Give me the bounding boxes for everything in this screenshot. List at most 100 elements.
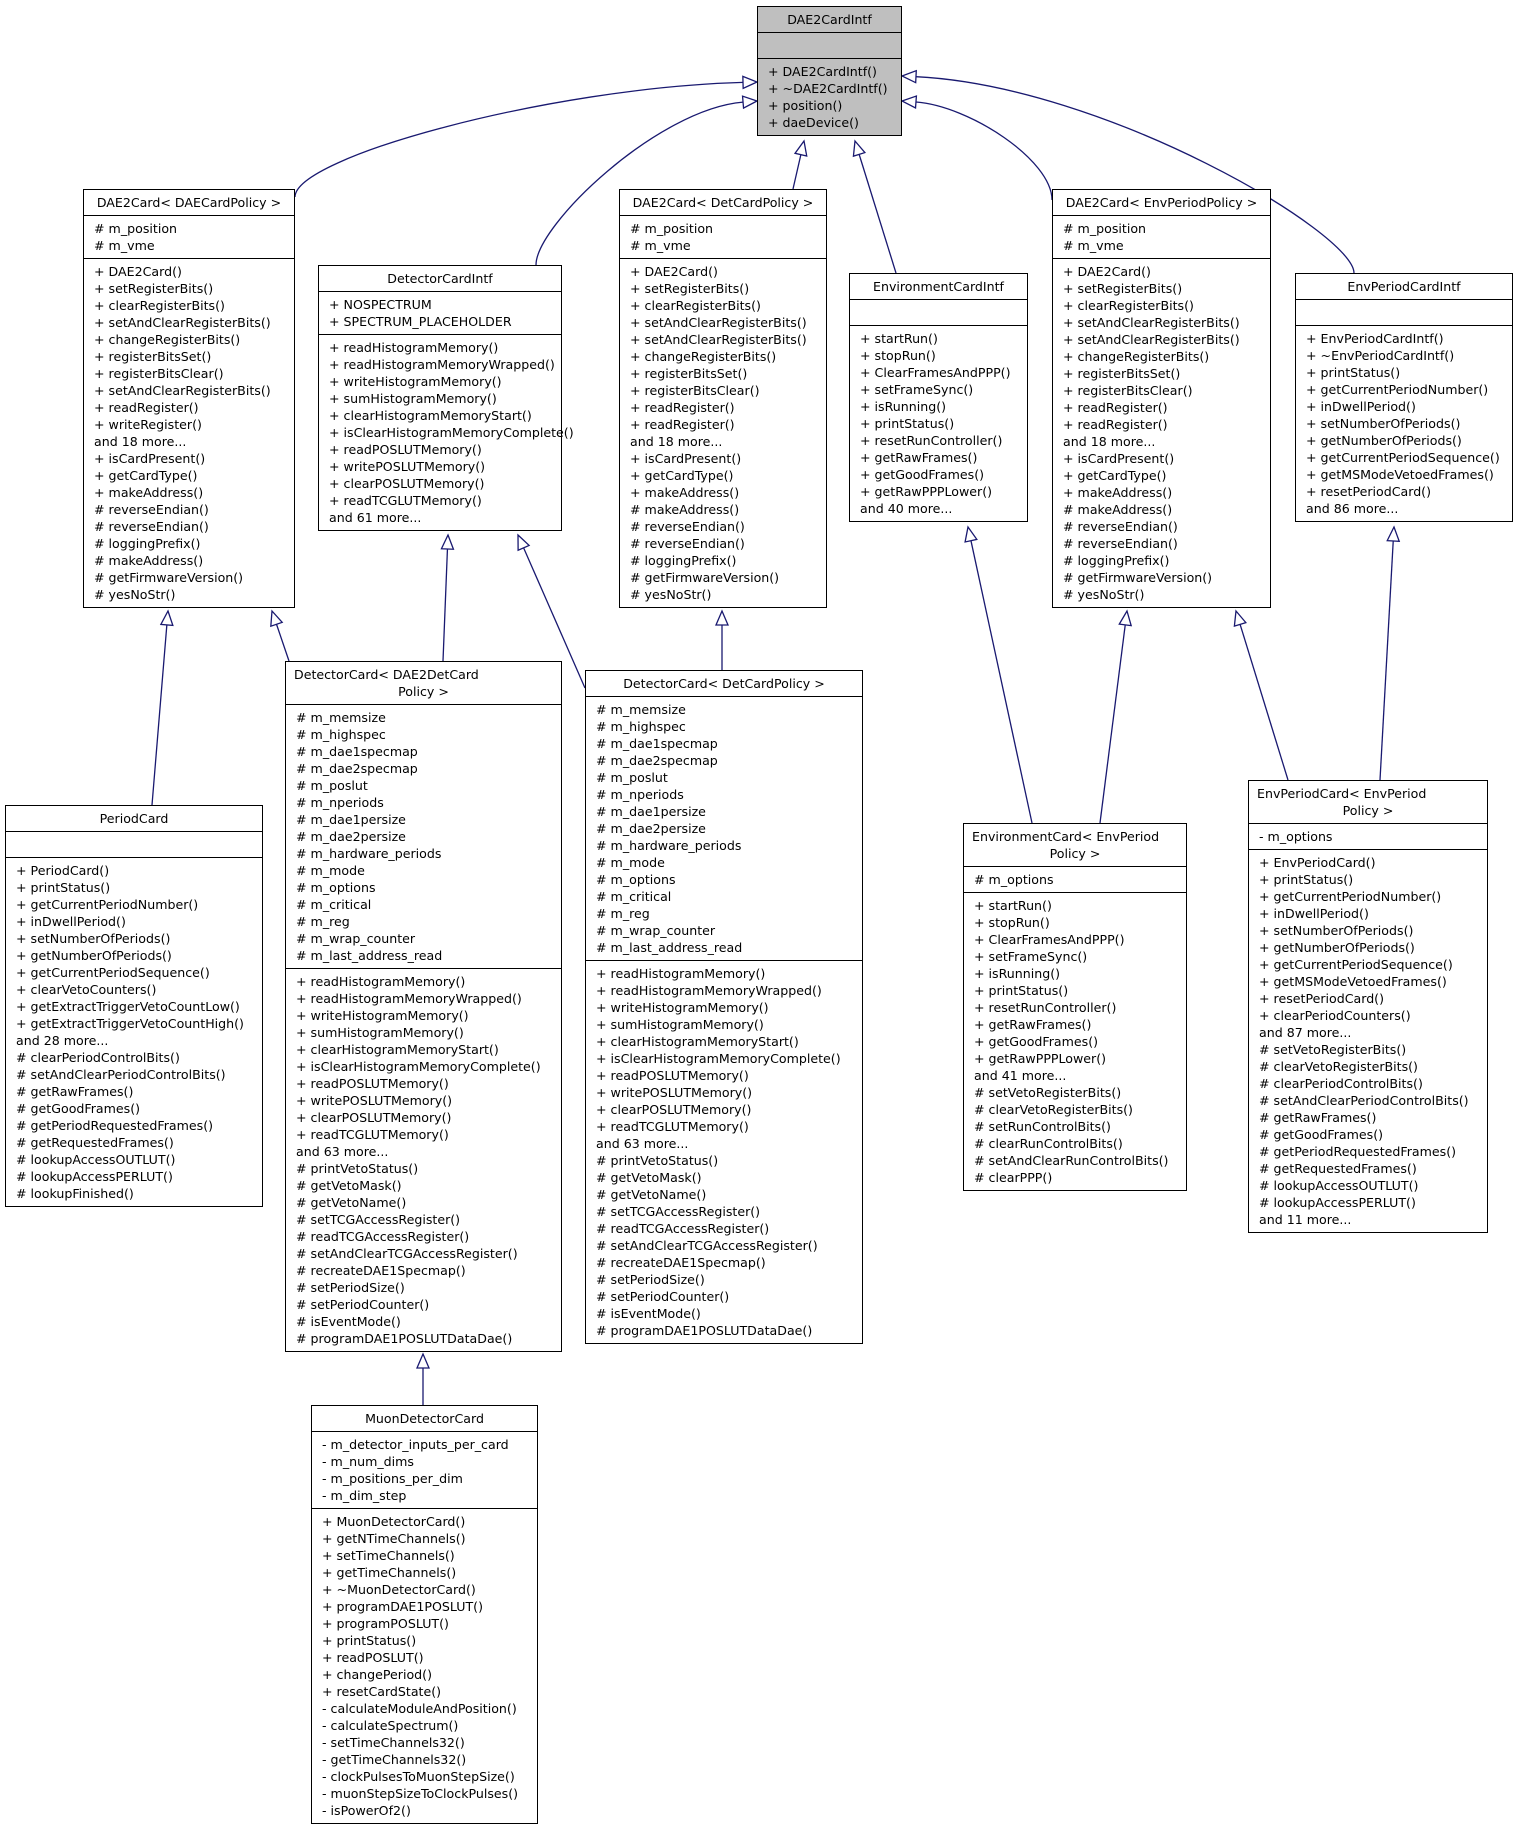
operation: + getRawPPPLower(): [860, 484, 993, 499]
operation: + getMSModeVetoedFrames(): [1306, 467, 1494, 482]
attributes-section: [758, 33, 901, 59]
attribute: # m_vme: [1063, 238, 1124, 253]
operation: # setRunControlBits(): [974, 1119, 1111, 1134]
class-name-line: Policy >: [1342, 803, 1394, 818]
class-dae2cardintf[interactable]: DAE2CardIntf + DAE2CardIntf() + ~DAE2CardI…: [757, 6, 902, 136]
class-name: DetectorCard< DAE2DetCard Policy >: [286, 662, 561, 705]
class-name: EnvPeriodCard< EnvPeriod Policy >: [1249, 781, 1487, 824]
operation: + getGoodFrames(): [860, 467, 985, 482]
operations-section: + readHistogramMemory() + readHistogramMe…: [319, 335, 574, 530]
operations-section: + EnvPeriodCard() + printStatus() + getCur…: [1249, 850, 1487, 1232]
inheritance-arrowhead-icon: [964, 525, 978, 543]
class-name: DetectorCard< DetCardPolicy >: [586, 671, 862, 697]
operation: + clearHistogramMemoryStart(): [296, 1042, 499, 1057]
more-members-link[interactable]: and 86 more...: [1306, 500, 1502, 517]
operation: + getExtractTriggerVetoCountHigh(): [16, 1016, 244, 1031]
operation: # clearRunControlBits(): [974, 1136, 1123, 1151]
class-environmentcardintf[interactable]: EnvironmentCardIntf + startRun() + stopRun…: [849, 273, 1028, 522]
inheritance-edge: [970, 540, 1033, 824]
more-members-link[interactable]: and 63 more...: [596, 1135, 852, 1152]
attribute: # m_poslut: [296, 778, 368, 793]
inheritance-arrowhead-icon: [900, 95, 918, 110]
class-dae2card-envperiodpolicy[interactable]: DAE2Card< EnvPeriodPolicy > # m_position #…: [1052, 189, 1271, 608]
operation: + getRawPPPLower(): [974, 1051, 1107, 1066]
class-environmentcard-envperiodpolicy[interactable]: EnvironmentCard< EnvPeriod Policy > # m_op…: [963, 823, 1187, 1191]
operation: + printStatus(): [1259, 872, 1354, 887]
operation: # recreateDAE1Specmap(): [296, 1263, 466, 1278]
inheritance-arrowhead-icon: [852, 139, 867, 158]
operation: # setPeriodCounter(): [296, 1297, 430, 1312]
class-muondetectorcard[interactable]: MuonDetectorCard - m_detector_inputs_per_…: [311, 1405, 538, 1824]
operation: # getPeriodRequestedFrames(): [16, 1118, 214, 1133]
inheritance-edge: [858, 154, 897, 274]
class-name-line: DAE2Card< EnvPeriodPolicy >: [1065, 195, 1258, 210]
operations-section: + startRun() + stopRun() + ClearFramesAndP…: [964, 893, 1186, 1190]
operation: + registerBitsSet(): [94, 349, 212, 364]
operation: # programDAE1POSLUTDataDae(): [596, 1323, 813, 1338]
operations-section: + startRun() + stopRun() + ClearFramesAndP…: [850, 326, 1027, 521]
operation: + changeRegisterBits(): [94, 332, 241, 347]
operation: # setVetoRegisterBits(): [1259, 1042, 1407, 1057]
attribute: # m_wrap_counter: [296, 931, 416, 946]
more-members-link[interactable]: and 18 more...: [94, 433, 284, 450]
inheritance-edge: [275, 624, 290, 662]
attribute: # m_last_address_read: [296, 948, 443, 963]
attribute: # m_memsize: [296, 710, 386, 725]
operation: # loggingPrefix(): [630, 553, 737, 568]
operation: + clearHistogramMemoryStart(): [329, 408, 532, 423]
operation: + printStatus(): [974, 983, 1069, 998]
operations-section: + MuonDetectorCard() + getNTimeChannels()…: [312, 1509, 537, 1823]
operation: + resetPeriodCard(): [1259, 991, 1385, 1006]
more-members-link[interactable]: and 18 more...: [1063, 433, 1260, 450]
class-name-line: EnvPeriodCardIntf: [1347, 279, 1461, 294]
operation: # recreateDAE1Specmap(): [596, 1255, 766, 1270]
inheritance-arrowhead-icon: [440, 533, 455, 550]
operation: + MuonDetectorCard(): [322, 1514, 466, 1529]
operation: + changePeriod(): [322, 1667, 432, 1682]
operation: + registerBitsClear(): [94, 366, 224, 381]
operation: + isClearHistogramMemoryComplete(): [596, 1051, 841, 1066]
more-members-link[interactable]: and 63 more...: [296, 1143, 551, 1160]
attributes-section: [850, 300, 1027, 326]
more-members-link[interactable]: and 11 more...: [1259, 1211, 1477, 1228]
operation: + printStatus(): [16, 880, 111, 895]
operation: + writeHistogramMemory(): [329, 374, 502, 389]
class-envperiodcard-envperiodpolicy[interactable]: EnvPeriodCard< EnvPeriod Policy > - m_opti…: [1248, 780, 1488, 1233]
attribute: # m_reg: [296, 914, 350, 929]
attributes-section: # m_options: [964, 867, 1186, 893]
class-detectorcardintf[interactable]: DetectorCardIntf + NOSPECTRUM + SPECTRUM_P…: [318, 265, 574, 531]
operation: + getNTimeChannels(): [322, 1531, 466, 1546]
operation: + ClearFramesAndPPP(): [974, 932, 1125, 947]
operation: # reverseEndian(): [1063, 519, 1178, 534]
more-members-link[interactable]: and 28 more...: [16, 1032, 252, 1049]
inheritance-arrowhead-icon: [416, 1352, 430, 1369]
operation: + startRun(): [974, 898, 1052, 913]
class-periodcard[interactable]: PeriodCard + PeriodCard() + printStatus() +…: [5, 805, 263, 1207]
class-detectorcard-dae2detcardpolicy[interactable]: DetectorCard< DAE2DetCard Policy > # m_mem…: [285, 661, 562, 1352]
more-members-link[interactable]: and 40 more...: [860, 500, 1017, 517]
operation: # yesNoStr(): [1063, 587, 1145, 602]
more-members-link[interactable]: and 41 more...: [974, 1067, 1176, 1084]
operation: + changeRegisterBits(): [1063, 349, 1210, 364]
class-dae2card-detcardpolicy[interactable]: DAE2Card< DetCardPolicy > # m_position # m…: [619, 189, 827, 608]
class-detectorcard-detcardpolicy[interactable]: DetectorCard< DetCardPolicy > # m_memsize…: [585, 670, 863, 1344]
inheritance-edge: [442, 548, 449, 662]
more-members-link[interactable]: and 18 more...: [630, 433, 816, 450]
operation: + readPOSLUTMemory(): [296, 1076, 449, 1091]
more-members-link[interactable]: and 87 more...: [1259, 1024, 1477, 1041]
operation: + readPOSLUTMemory(): [329, 442, 482, 457]
inheritance-arrowhead-icon: [1386, 525, 1401, 543]
more-members-link[interactable]: and 61 more...: [329, 509, 551, 526]
inheritance-arrowhead-icon: [517, 533, 531, 552]
operation: + isCardPresent(): [94, 451, 206, 466]
attribute: # m_last_address_read: [596, 940, 743, 955]
operation: + getCardType(): [630, 468, 734, 483]
class-name: DAE2Card< EnvPeriodPolicy >: [1053, 190, 1270, 216]
operation: + EnvPeriodCard(): [1259, 855, 1376, 870]
class-dae2card-daecardpolicy[interactable]: DAE2Card< DAECardPolicy > # m_position # m…: [83, 189, 295, 608]
attribute: # m_dae1persize: [596, 804, 706, 819]
operation: + stopRun(): [860, 348, 936, 363]
class-envperiodcardintf[interactable]: EnvPeriodCardIntf + EnvPeriodCardIntf() + …: [1295, 273, 1513, 522]
operation: + setAndClearRegisterBits(): [1063, 315, 1240, 330]
operation: + programDAE1POSLUT(): [322, 1599, 484, 1614]
